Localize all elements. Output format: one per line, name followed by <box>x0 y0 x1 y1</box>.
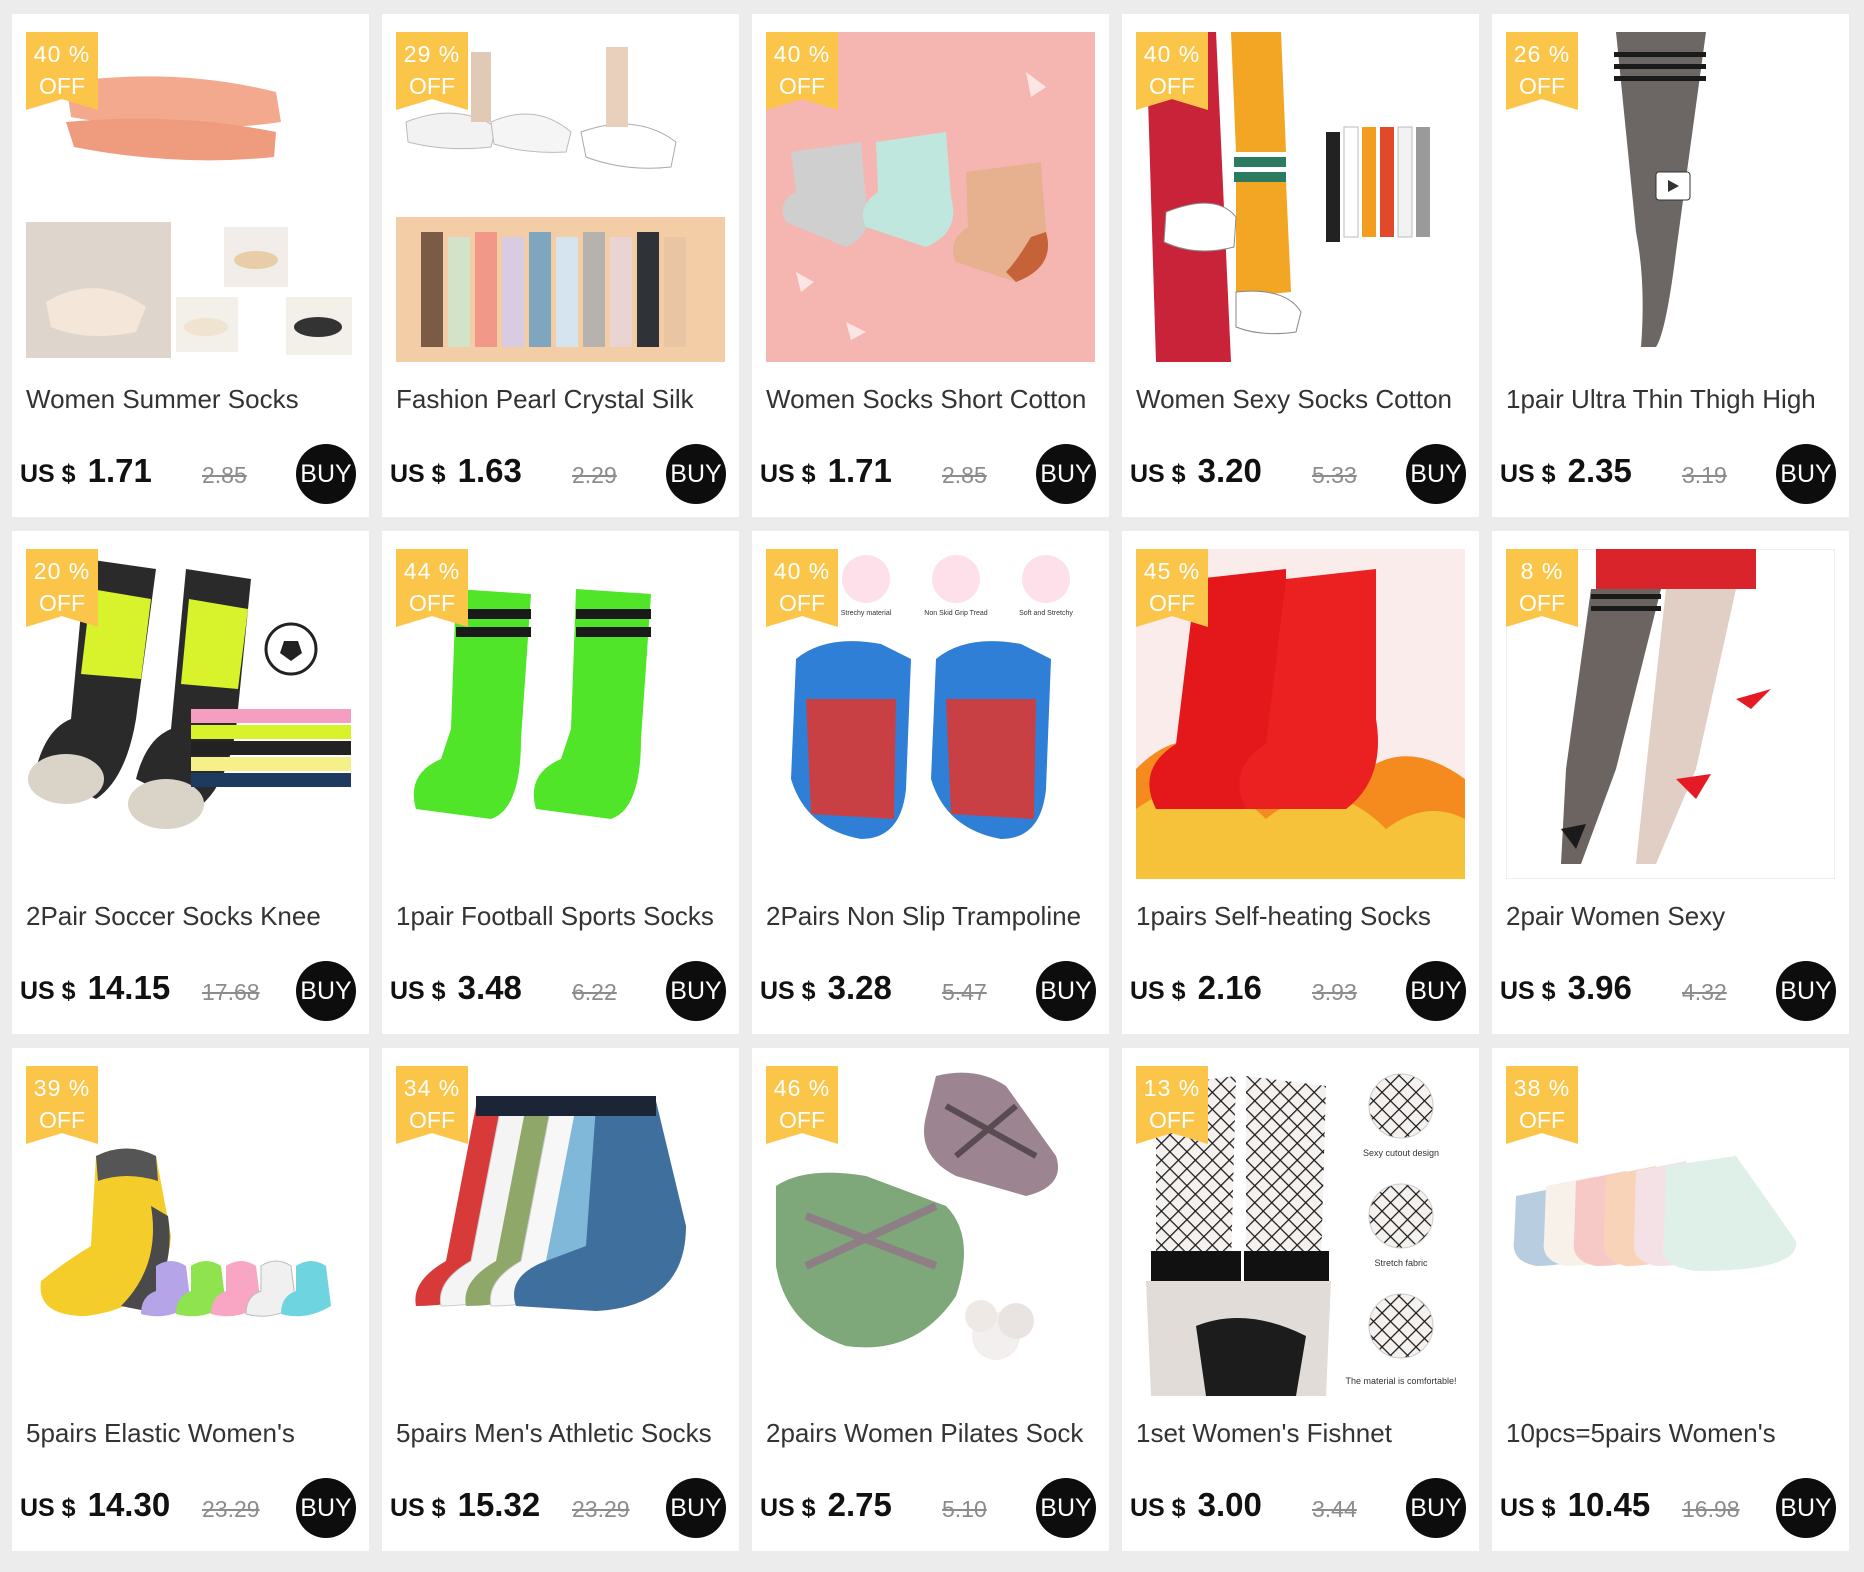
original-price: 2.29 <box>572 462 617 488</box>
product-card[interactable]: Strechy material Non Skid Grip Tread Sof… <box>752 531 1109 1034</box>
feature-caption: Non Skid Grip Tread <box>924 610 988 617</box>
buy-button[interactable]: BUY <box>666 444 726 504</box>
feature-caption: The material is comfortable! <box>1345 1376 1456 1386</box>
original-price: 5.10 <box>942 1496 987 1522</box>
product-title[interactable]: 2pairs Women Pilates Sock <box>766 1418 1096 1449</box>
current-price: US $1.71 <box>20 452 152 489</box>
buy-button[interactable]: BUY <box>666 1478 726 1538</box>
product-title[interactable]: 1pair Ultra Thin Thigh High <box>1506 384 1836 415</box>
buy-button[interactable]: BUY <box>296 961 356 1021</box>
current-price: US $2.35 <box>1500 452 1632 489</box>
current-price: US $3.28 <box>760 969 892 1006</box>
product-title[interactable]: 1pair Football Sports Socks <box>396 901 726 932</box>
discount-badge: 8 % OFF <box>1506 549 1578 627</box>
product-card[interactable]: 45 % OFF 1pairs Self-heating Socks US $2.… <box>1122 531 1479 1034</box>
discount-badge: 40 % OFF <box>766 32 838 110</box>
original-price: 5.33 <box>1312 462 1357 488</box>
product-card[interactable]: 39 % OFF 5pairs Elastic Women's US $14.30… <box>12 1048 369 1551</box>
buy-button[interactable]: BUY <box>296 1478 356 1538</box>
product-card[interactable]: 20 % OFF 2Pair Soccer Socks Knee US $14.1… <box>12 531 369 1034</box>
feature-caption: Sexy cutout design <box>1363 1148 1439 1158</box>
discount-badge: 45 % OFF <box>1136 549 1208 627</box>
product-title[interactable]: Women Sexy Socks Cotton <box>1136 384 1466 415</box>
product-card[interactable]: 26 % OFF 1pair Ultra Thin Thigh High US $… <box>1492 14 1849 517</box>
feature-caption: Stretch fabric <box>1374 1258 1428 1268</box>
current-price: US $15.32 <box>390 1486 541 1523</box>
current-price: US $2.75 <box>760 1486 892 1523</box>
product-card[interactable]: 44 % OFF 1pair Football Sports Socks US $… <box>382 531 739 1034</box>
buy-button[interactable]: BUY <box>1776 444 1836 504</box>
discount-badge: 39 % OFF <box>26 1066 98 1144</box>
current-price: US $3.00 <box>1130 1486 1262 1523</box>
buy-button[interactable]: BUY <box>296 444 356 504</box>
current-price: US $3.96 <box>1500 969 1632 1006</box>
buy-button[interactable]: BUY <box>1776 961 1836 1021</box>
product-title[interactable]: 10pcs=5pairs Women's <box>1506 1418 1836 1449</box>
discount-badge: 26 % OFF <box>1506 32 1578 110</box>
buy-button[interactable]: BUY <box>1036 1478 1096 1538</box>
buy-button[interactable]: BUY <box>666 961 726 1021</box>
discount-badge: 13 % OFF <box>1136 1066 1208 1144</box>
original-price: 2.85 <box>202 462 247 488</box>
original-price: 2.85 <box>942 462 987 488</box>
product-title[interactable]: 2Pair Soccer Socks Knee <box>26 901 356 932</box>
product-card[interactable]: 38 % OFF 10pcs=5pairs Women's US $10.45 1… <box>1492 1048 1849 1551</box>
product-title[interactable]: Fashion Pearl Crystal Silk <box>396 384 726 415</box>
original-price: 5.47 <box>942 979 987 1005</box>
discount-badge: 40 % OFF <box>1136 32 1208 110</box>
product-title[interactable]: 1pairs Self-heating Socks <box>1136 901 1466 932</box>
original-price: 3.19 <box>1682 462 1727 488</box>
original-price: 23.29 <box>202 1496 260 1522</box>
original-price: 16.98 <box>1682 1496 1740 1522</box>
original-price: 3.44 <box>1312 1496 1357 1522</box>
product-title[interactable]: 5pairs Elastic Women's <box>26 1418 356 1449</box>
original-price: 3.93 <box>1312 979 1357 1005</box>
buy-button[interactable]: BUY <box>1036 961 1096 1021</box>
current-price: US $2.16 <box>1130 969 1262 1006</box>
discount-badge: 40 % OFF <box>26 32 98 110</box>
buy-button[interactable]: BUY <box>1406 444 1466 504</box>
product-title[interactable]: Women Summer Socks <box>26 384 356 415</box>
product-card[interactable]: 40 % OFF Women Summer Socks US $1.71 2.85… <box>12 14 369 517</box>
original-price: 4.32 <box>1682 979 1727 1005</box>
current-price: US $14.30 <box>20 1486 171 1523</box>
discount-badge: 29 % OFF <box>396 32 468 110</box>
discount-badge: 40 % OFF <box>766 549 838 627</box>
discount-badge: 20 % OFF <box>26 549 98 627</box>
feature-caption: Soft and Stretchy <box>1019 610 1073 617</box>
product-card[interactable]: 29 % OFF Fashion Pearl Crystal Silk US $1… <box>382 14 739 517</box>
discount-badge: 34 % OFF <box>396 1066 468 1144</box>
current-price: US $3.48 <box>390 969 522 1006</box>
current-price: US $1.71 <box>760 452 892 489</box>
current-price: US $1.63 <box>390 452 522 489</box>
current-price: US $10.45 <box>1500 1486 1651 1523</box>
product-title[interactable]: 2Pairs Non Slip Trampoline <box>766 901 1096 932</box>
original-price: 6.22 <box>572 979 617 1005</box>
original-price: 23.29 <box>572 1496 630 1522</box>
feature-caption: Strechy material <box>841 610 892 617</box>
buy-button[interactable]: BUY <box>1406 1478 1466 1538</box>
product-card[interactable]: 40 % OFF Women Sexy Socks Cotton US $3.20… <box>1122 14 1479 517</box>
product-title[interactable]: Women Socks Short Cotton <box>766 384 1096 415</box>
discount-badge: 46 % OFF <box>766 1066 838 1144</box>
product-title[interactable]: 5pairs Men's Athletic Socks <box>396 1418 726 1449</box>
product-card[interactable]: 46 % OFF 2pairs Women Pilates Sock US $2.… <box>752 1048 1109 1551</box>
buy-button[interactable]: BUY <box>1406 961 1466 1021</box>
buy-button[interactable]: BUY <box>1036 444 1096 504</box>
product-card[interactable]: 40 % OFF Women Socks Short Cotton US $1.7… <box>752 14 1109 517</box>
discount-badge: 38 % OFF <box>1506 1066 1578 1144</box>
product-grid: 40 % OFF Women Summer Socks US $1.71 2.85… <box>12 14 1849 1551</box>
product-card[interactable]: Sexy cutout design Stretch fabric The ma… <box>1122 1048 1479 1551</box>
product-card[interactable]: 34 % OFF 5pairs Men's Athletic Socks US $… <box>382 1048 739 1551</box>
original-price: 17.68 <box>202 979 260 1005</box>
current-price: US $14.15 <box>20 969 171 1006</box>
product-title[interactable]: 2pair Women Sexy <box>1506 901 1836 932</box>
discount-badge: 44 % OFF <box>396 549 468 627</box>
buy-button[interactable]: BUY <box>1776 1478 1836 1538</box>
current-price: US $3.20 <box>1130 452 1262 489</box>
product-card[interactable]: 8 % OFF 2pair Women Sexy US $3.96 4.32 BU… <box>1492 531 1849 1034</box>
product-title[interactable]: 1set Women's Fishnet <box>1136 1418 1466 1449</box>
